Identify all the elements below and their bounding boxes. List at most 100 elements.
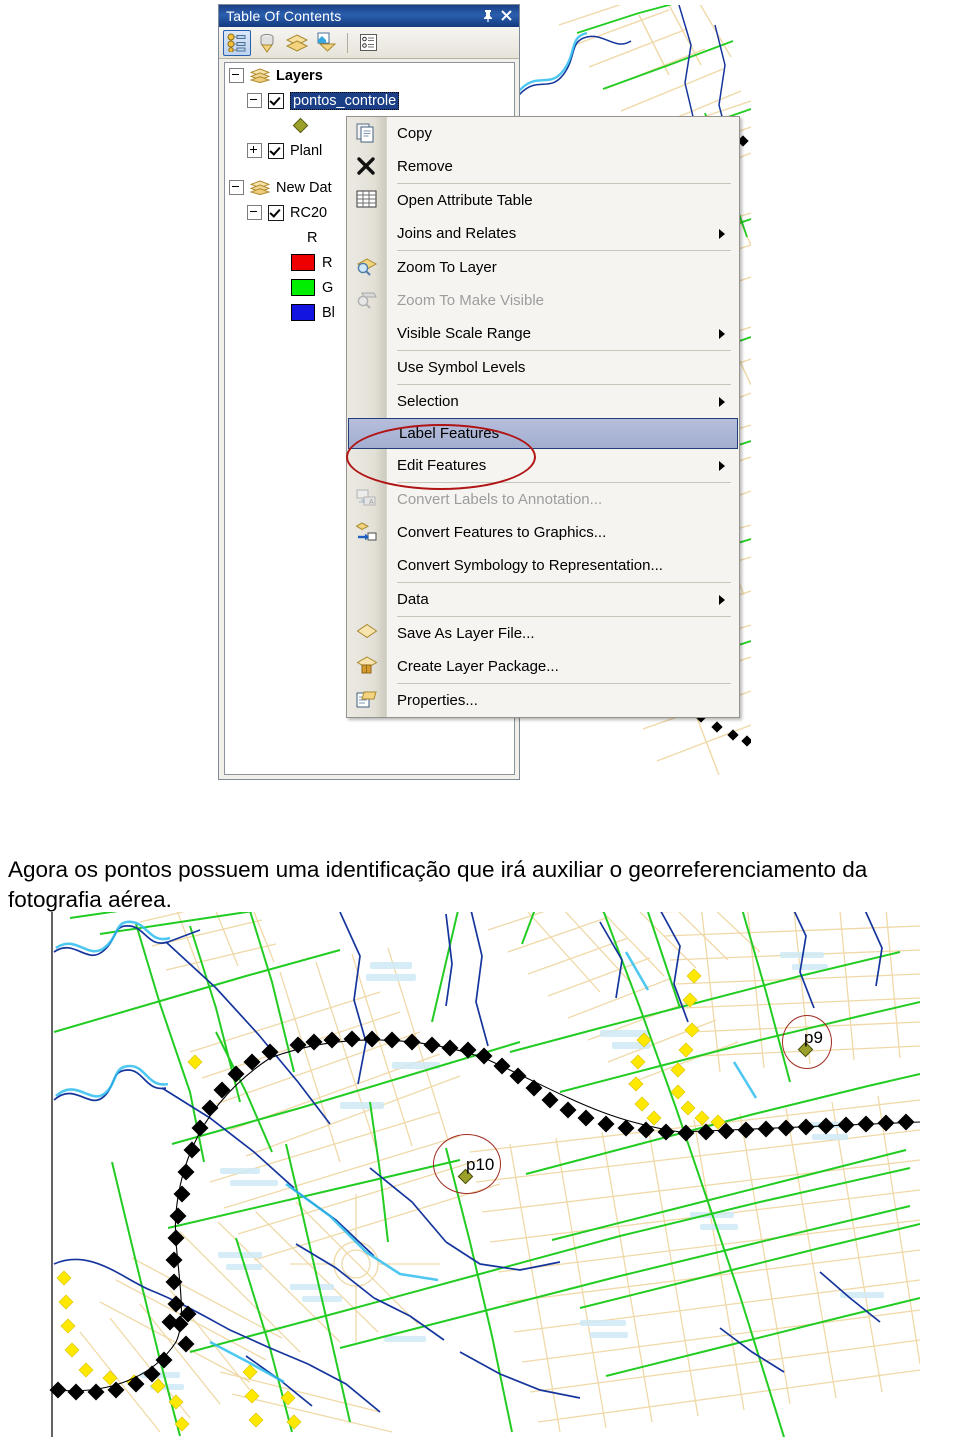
expander-minus-icon[interactable] (229, 180, 244, 195)
tree-item-label: Layers (276, 67, 323, 84)
properties-icon (356, 690, 378, 712)
layer-context-menu[interactable]: Copy Remove Open Attribute Table Joins a… (346, 116, 740, 718)
pin-icon[interactable] (479, 9, 497, 24)
menu-item-convert-symbology-to-representation[interactable]: Convert Symbology to Representation... (347, 549, 739, 582)
submenu-arrow-icon (719, 594, 725, 605)
menu-item-label: Remove (397, 158, 453, 175)
zoom-to-layer-icon (356, 257, 378, 279)
expander-plus-icon[interactable] (247, 143, 262, 158)
copy-glyph (356, 123, 374, 142)
layers-stack-glyph (249, 180, 271, 196)
tree-item-pontos-controle[interactable]: pontos_controle (225, 88, 514, 113)
menu-item-open-attribute-table[interactable]: Open Attribute Table (347, 184, 739, 217)
submenu-arrow-icon (719, 396, 725, 407)
menu-item-create-layer-package[interactable]: Create Layer Package... (347, 650, 739, 683)
menu-item-joins-and-relates[interactable]: Joins and Relates (347, 217, 739, 250)
menu-item-label: Selection (397, 393, 459, 410)
submenu-arrow-icon (719, 328, 725, 339)
zoom-make-visible-icon (356, 290, 378, 312)
zoom-to-layer-glyph (356, 257, 378, 276)
menu-item-label: Joins and Relates (397, 225, 517, 242)
tree-item-label: Planl (290, 142, 323, 159)
layer-visibility-checkbox[interactable] (268, 204, 284, 221)
table-icon (356, 190, 378, 212)
options-icon[interactable] (354, 30, 382, 56)
menu-item-label: Copy (397, 125, 433, 142)
tree-item-label: New Dat (276, 179, 332, 196)
list-by-source-icon[interactable] (253, 30, 281, 56)
arcmap-screenshot: Table Of Contents Layers pontos_controle… (0, 0, 960, 800)
menu-item-save-as-layer-file[interactable]: Save As Layer File... (347, 617, 739, 650)
expander-minus-icon[interactable] (229, 68, 244, 83)
menu-item-zoom-to-make-visible: Zoom To Make Visible (347, 284, 739, 317)
menu-item-label-features[interactable]: Label Features (348, 418, 738, 449)
menu-item-remove[interactable]: Remove (347, 150, 739, 183)
menu-item-label: Label Features (399, 425, 500, 442)
menu-item-use-symbol-levels[interactable]: Use Symbol Levels (347, 351, 739, 384)
list-by-selection-icon[interactable] (313, 30, 341, 56)
panel-titlebar: Table Of Contents (219, 5, 519, 27)
tree-item-layers[interactable]: Layers (225, 63, 514, 88)
menu-item-copy[interactable]: Copy (347, 117, 739, 150)
layer-file-icon (356, 623, 378, 645)
point-symbol-icon (292, 117, 309, 134)
menu-item-label: Visible Scale Range (397, 325, 531, 342)
menu-item-label: Open Attribute Table (397, 192, 533, 209)
menu-item-properties[interactable]: Properties... (347, 684, 739, 717)
menu-item-visible-scale-range[interactable]: Visible Scale Range (347, 317, 739, 350)
tree-item-label: Bl (322, 304, 335, 321)
map-callout-p10[interactable]: p10 (433, 1134, 501, 1194)
convert-labels-icon: A (356, 489, 378, 511)
color-swatch-red (291, 254, 315, 271)
submenu-arrow-icon (719, 228, 725, 239)
convert-features-glyph (355, 521, 377, 540)
color-swatch-green (291, 279, 315, 296)
menu-item-label: Convert Labels to Annotation... (397, 491, 603, 508)
menu-item-label: Zoom To Make Visible (397, 292, 545, 309)
color-swatch-blue (291, 304, 315, 321)
tree-item-label: G (322, 279, 334, 296)
map-callout-label: p9 (804, 1028, 823, 1047)
visibility-glyph (285, 33, 309, 52)
layer-visibility-checkbox[interactable] (268, 92, 284, 109)
layer-package-icon (356, 655, 378, 678)
menu-item-label: Edit Features (397, 457, 487, 474)
map-figure[interactable]: p10 p9 (40, 912, 920, 1437)
menu-item-label: Zoom To Layer (397, 259, 497, 276)
menu-item-convert-labels-to-annotation: A Convert Labels to Annotation... (347, 483, 739, 516)
options-glyph (359, 34, 377, 51)
map-callout-p9[interactable]: p9 (782, 1015, 832, 1069)
menu-item-label: Convert Features to Graphics... (397, 524, 607, 541)
menu-item-data[interactable]: Data (347, 583, 739, 616)
tree-item-label: R (322, 254, 333, 271)
layer-package-glyph (356, 655, 378, 673)
panel-toolbar (219, 27, 519, 59)
map-callout-label: p10 (466, 1155, 495, 1174)
caption-text: Agora os pontos possuem uma identificaçã… (8, 856, 868, 912)
list-by-visibility-icon[interactable] (283, 30, 311, 56)
menu-item-convert-features-to-graphics[interactable]: Convert Features to Graphics... (347, 516, 739, 549)
table-glyph (356, 190, 377, 207)
layers-stack-icon (249, 180, 271, 196)
source-glyph (260, 33, 274, 53)
menu-item-edit-features[interactable]: Edit Features (347, 449, 739, 482)
list-by-drawing-order-icon[interactable] (223, 29, 251, 56)
menu-item-label: Properties... (397, 692, 478, 709)
menu-item-zoom-to-layer[interactable]: Zoom To Layer (347, 251, 739, 284)
copy-icon (356, 123, 378, 145)
expander-minus-icon[interactable] (247, 205, 262, 220)
convert-features-icon (355, 521, 378, 544)
expander-minus-icon[interactable] (247, 93, 262, 108)
properties-glyph (356, 691, 377, 707)
tree-item-label: RC20 (290, 204, 328, 221)
layers-stack-icon (249, 68, 271, 84)
layer-visibility-checkbox[interactable] (268, 142, 284, 159)
remove-x-icon (356, 156, 378, 178)
close-glyph (500, 9, 512, 21)
menu-item-label: Save As Layer File... (397, 625, 535, 642)
close-icon[interactable] (497, 9, 515, 24)
menu-item-selection[interactable]: Selection (347, 385, 739, 418)
tree-item-label: R (307, 229, 318, 246)
menu-item-label: Use Symbol Levels (397, 359, 526, 376)
menu-item-label: Create Layer Package... (397, 658, 559, 675)
